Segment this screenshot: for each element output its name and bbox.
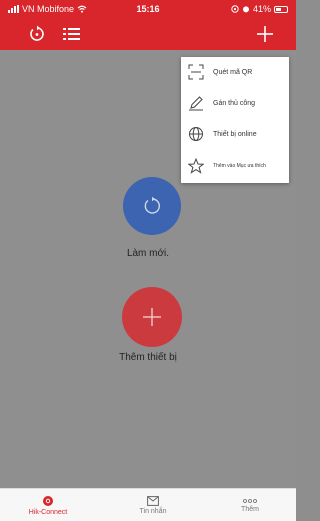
message-icon bbox=[147, 496, 159, 506]
alarm-icon bbox=[242, 6, 249, 13]
tab-label: Hik-Connect bbox=[28, 509, 68, 516]
rotation-lock-icon bbox=[231, 5, 239, 13]
pencil-icon bbox=[189, 96, 203, 111]
menu-item-manual-add[interactable]: Gán thủ công bbox=[181, 88, 289, 118]
tab-more[interactable]: Thêm bbox=[228, 489, 272, 521]
more-icon bbox=[243, 499, 257, 503]
status-left: VN Mobifone bbox=[8, 4, 231, 14]
tab-label: Thêm bbox=[241, 506, 259, 513]
tab-label: Tin nhắn bbox=[139, 508, 167, 515]
add-device-button[interactable] bbox=[122, 287, 182, 347]
hik-connect-icon bbox=[43, 496, 53, 506]
menu-item-online-devices[interactable]: Thiết bị online bbox=[181, 119, 289, 149]
list-icon[interactable] bbox=[63, 26, 80, 42]
tab-hik-connect[interactable]: Hik-Connect bbox=[26, 489, 70, 521]
battery-percent: 41% bbox=[252, 4, 271, 14]
refresh-icon[interactable] bbox=[28, 25, 46, 43]
refresh-circle-icon bbox=[144, 196, 161, 214]
qr-scan-icon bbox=[188, 64, 204, 80]
refresh-button[interactable] bbox=[123, 177, 181, 235]
wifi-icon bbox=[77, 5, 87, 13]
plus-icon[interactable] bbox=[256, 25, 274, 43]
status-bar: VN Mobifone 15:16 41% bbox=[0, 0, 296, 18]
tab-messages[interactable]: Tin nhắn bbox=[131, 489, 175, 521]
signal-icon bbox=[8, 5, 19, 13]
battery-icon bbox=[274, 5, 288, 13]
top-bar bbox=[0, 18, 296, 50]
add-device-plus-icon bbox=[143, 308, 161, 326]
refresh-label: Làm mới. bbox=[126, 248, 170, 259]
menu-item-label: Gán thủ công bbox=[213, 99, 256, 107]
carrier-name: VN Mobifone bbox=[22, 4, 75, 14]
menu-item-label: Quét mã QR bbox=[213, 68, 253, 76]
status-right: 41% bbox=[231, 4, 288, 14]
menu-item-add-favorite[interactable]: Thêm vào Mục ưa thích bbox=[181, 151, 289, 181]
add-menu-popup: Quét mã QR Gán thủ công Thiết bị online … bbox=[181, 57, 289, 183]
menu-item-label: Thêm vào Mục ưa thích bbox=[213, 163, 266, 169]
star-icon bbox=[188, 158, 204, 174]
add-device-label: Thêm thiết bị bbox=[119, 352, 177, 363]
menu-item-label: Thiết bị online bbox=[213, 130, 257, 138]
menu-item-scan-qr[interactable]: Quét mã QR bbox=[181, 57, 289, 87]
bottom-tab-bar: Hik-Connect Tin nhắn Thêm bbox=[0, 488, 296, 521]
globe-icon bbox=[189, 127, 203, 141]
